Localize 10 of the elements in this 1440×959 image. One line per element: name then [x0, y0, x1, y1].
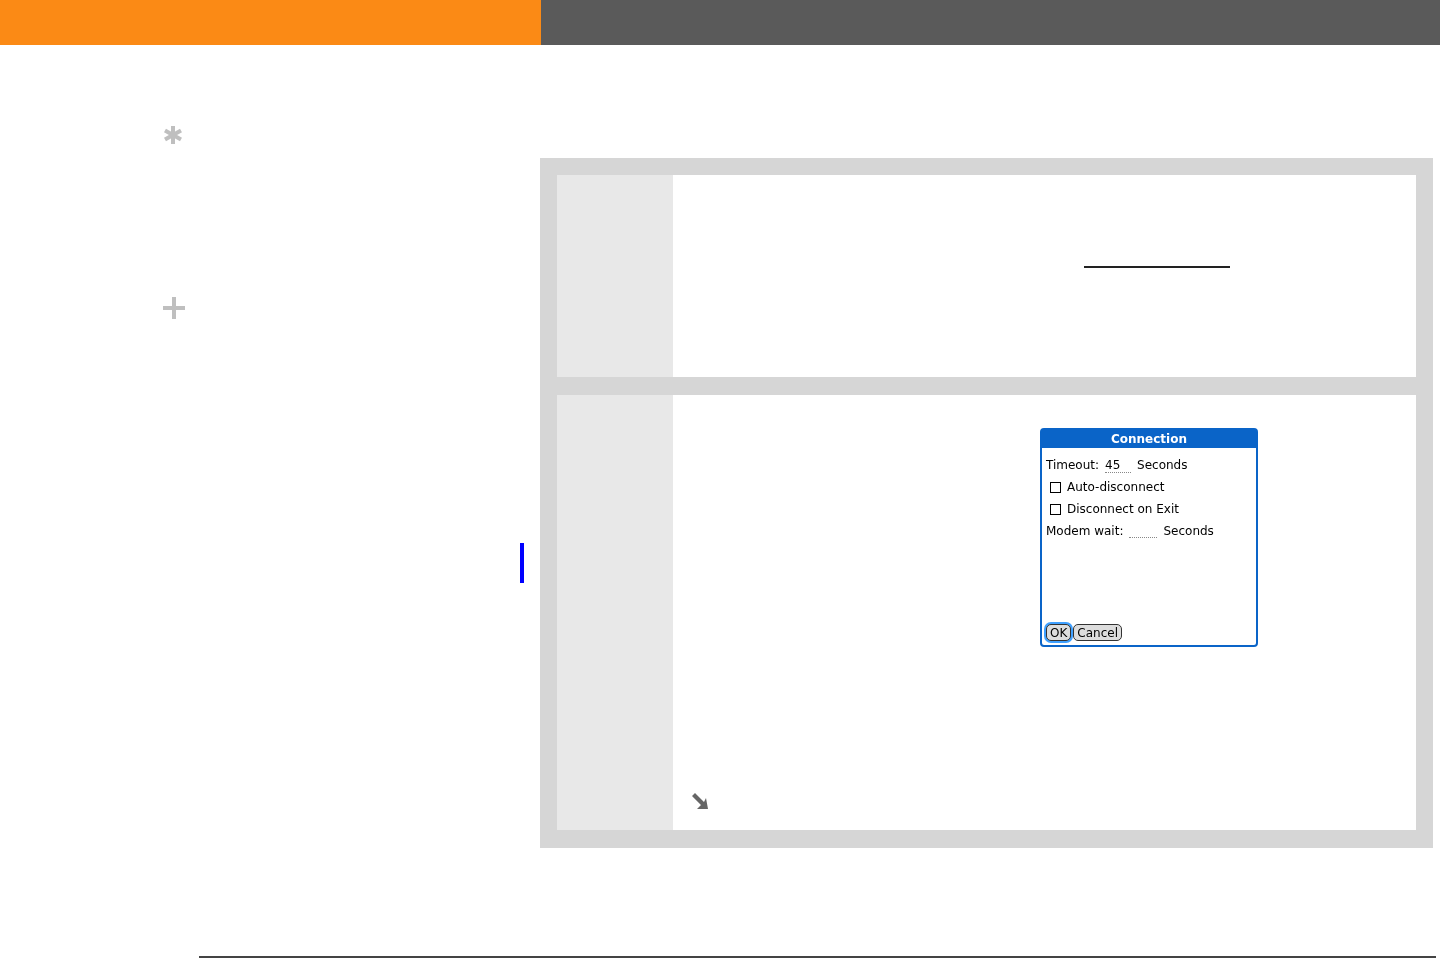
checkbox-label: Disconnect on Exit	[1067, 502, 1179, 516]
checkbox-label: Auto-disconnect	[1067, 480, 1165, 494]
modem-wait-label: Modem wait:	[1046, 524, 1124, 538]
timeout-field[interactable]: 45	[1105, 457, 1132, 473]
dialog-title: Connection	[1042, 430, 1256, 448]
dialog-button[interactable]: Cancel	[1073, 624, 1122, 641]
timeout-label: Timeout:	[1046, 458, 1100, 472]
dialog-button[interactable]: OK	[1046, 624, 1072, 641]
unit-label: Seconds	[1137, 458, 1188, 472]
unit-label: Seconds	[1163, 524, 1214, 538]
